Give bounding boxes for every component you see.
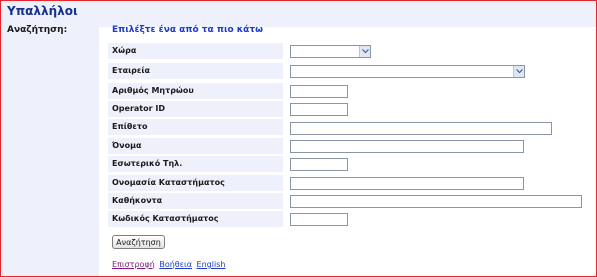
chevron-down-icon[interactable] — [359, 46, 370, 57]
operator-id-field[interactable] — [290, 103, 348, 116]
field-label-registration-number: Αριθμός Μητρώου — [108, 83, 283, 99]
field-label-company: Εταιρεία — [108, 63, 283, 79]
field-label-country: Χώρα — [108, 43, 283, 59]
search-instruction: Επιλέξτε ένα από τα πιο κάτω — [112, 25, 263, 35]
search-button[interactable]: Αναζήτηση — [112, 235, 165, 249]
field-label-internal-phone: Εσωτερικό Τηλ. — [108, 156, 283, 172]
field-label-duties: Καθήκοντα — [108, 193, 283, 209]
first-name-field[interactable] — [290, 140, 524, 153]
company-select[interactable] — [290, 65, 525, 78]
header-band — [1, 1, 596, 27]
search-label: Αναζήτηση: — [7, 25, 68, 35]
page-title: Υπαλλήλοι — [7, 4, 78, 18]
footer-links: Επιστροφή Βοήθεια English — [112, 260, 227, 269]
surname-field[interactable] — [290, 122, 552, 135]
store-name-field[interactable] — [290, 177, 524, 190]
field-label-store-name: Ονομασία Καταστήματος — [108, 175, 283, 191]
left-column — [1, 27, 99, 276]
field-label-surname: Επίθετο — [108, 119, 283, 135]
back-link[interactable]: Επιστροφή — [112, 260, 155, 269]
help-link[interactable]: Βοήθεια — [159, 260, 192, 269]
english-link[interactable]: English — [197, 260, 226, 269]
duties-field[interactable] — [290, 195, 582, 208]
field-label-operator-id: Operator ID — [108, 101, 283, 117]
employees-panel: Υπαλλήλοι Αναζήτηση: Επιλέξτε ένα από τα… — [0, 0, 597, 277]
store-code-field[interactable] — [290, 213, 348, 226]
field-label-store-code: Κωδικός Καταστήματος — [108, 211, 283, 227]
field-label-first-name: Όνομα — [108, 138, 283, 154]
registration-number-field[interactable] — [290, 85, 348, 98]
chevron-down-icon[interactable] — [513, 66, 524, 77]
internal-phone-field[interactable] — [290, 158, 348, 171]
country-select[interactable] — [290, 45, 371, 58]
